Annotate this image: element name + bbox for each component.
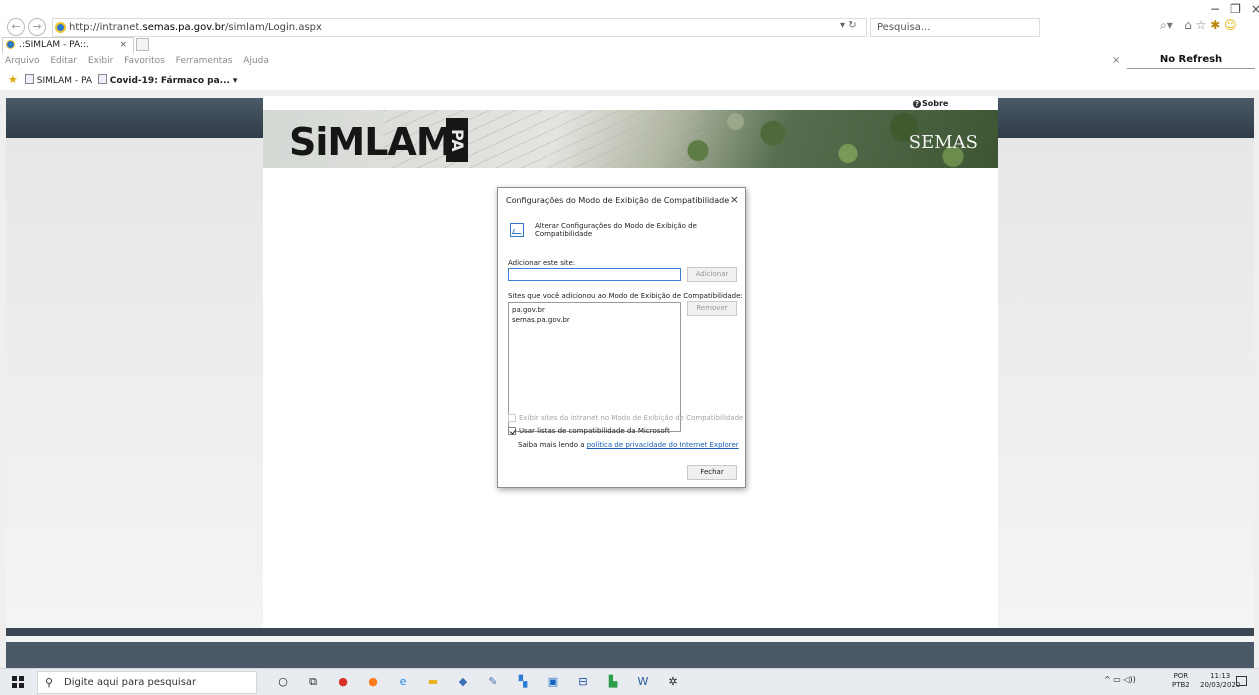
help-icon: ?: [913, 100, 921, 108]
green-app-icon[interactable]: ▙: [606, 675, 620, 689]
lang-code: POR: [1173, 672, 1189, 680]
tab-simlam[interactable]: .:SIMLAM - PA::. ×: [2, 37, 134, 53]
remove-button[interactable]: Remover: [687, 301, 737, 316]
chrome-icon[interactable]: ●: [336, 675, 350, 689]
new-tab-button[interactable]: [136, 38, 149, 51]
add-site-label: Adicionar este site:: [508, 259, 576, 267]
menu-arquivo[interactable]: Arquivo: [5, 56, 39, 66]
layout-code: PTB2: [1172, 681, 1190, 689]
list-item[interactable]: semas.pa.gov.br: [512, 315, 677, 325]
favorites-star-icon[interactable]: ★: [8, 73, 18, 86]
tab-ie-icon: [6, 40, 15, 49]
favorites-icon[interactable]: ☆: [1196, 18, 1207, 32]
firefox-icon[interactable]: ●: [366, 675, 380, 689]
back-button[interactable]: ←: [7, 18, 25, 36]
intranet-checkbox[interactable]: [508, 414, 516, 422]
favorites-dropdown-icon[interactable]: ▾: [233, 76, 238, 86]
menu-bar: Arquivo Editar Exibir Favoritos Ferramen…: [5, 56, 277, 66]
gear-icon[interactable]: ✱: [1210, 18, 1220, 32]
windows-start-icon[interactable]: [12, 676, 24, 688]
microsoft-lists-checkbox[interactable]: [508, 427, 516, 435]
paint-icon[interactable]: ✎: [486, 675, 500, 689]
no-refresh-button[interactable]: No Refresh: [1127, 52, 1255, 69]
close-window-icon[interactable]: ×: [1251, 2, 1259, 16]
maximize-icon[interactable]: ❐: [1230, 2, 1241, 16]
microsoft-lists-label: Usar listas de compatibilidade da Micros…: [519, 427, 670, 435]
taskbar: ⚲ Digite aqui para pesquisar ○ ⧉ ● ● e ▬ ◆ ✎ ▚ ▣ ⊟…: [0, 668, 1259, 695]
forward-button[interactable]: →: [28, 18, 46, 36]
bottom-band: [6, 628, 1254, 668]
menu-exibir[interactable]: Exibir: [88, 56, 113, 66]
compat-view-dialog: Configurações do Modo de Exibição de Com…: [497, 187, 746, 488]
cortana-icon[interactable]: ○: [276, 675, 290, 689]
favorites-bar: ★ SIMLAM - PA Covid-19: Fármaco pa... ▾: [8, 73, 237, 86]
word-icon[interactable]: W: [636, 675, 650, 689]
clock-time: 11:13: [1210, 672, 1231, 680]
tab-title: .:SIMLAM - PA::.: [19, 40, 89, 50]
learn-more-text: Saiba mais lendo a política de privacida…: [518, 441, 739, 449]
tab-row: .:SIMLAM - PA::. ×: [0, 37, 1259, 53]
top-links-bar: [703, 96, 998, 110]
favorite-simlam[interactable]: SIMLAM - PA: [37, 76, 92, 86]
simlam-logo: SiMLAM: [289, 120, 454, 164]
taskbar-search-box[interactable]: ⚲ Digite aqui para pesquisar: [37, 671, 257, 694]
window-controls: − ❐ ×: [1210, 2, 1259, 16]
site-banner: SiMLAM PA SEMAS: [263, 110, 998, 168]
address-prefix: http://intranet.: [69, 22, 143, 33]
sobre-label: Sobre: [922, 99, 949, 108]
semas-label: SEMAS: [908, 132, 978, 153]
sobre-link[interactable]: ? Sobre: [913, 99, 948, 108]
pa-logo-badge: PA: [446, 118, 468, 162]
favorite-page-icon: [97, 74, 107, 84]
clock-date: 20/03/2020: [1200, 681, 1241, 689]
search-icon[interactable]: ⌕: [1160, 18, 1167, 32]
dialog-title: Configurações do Modo de Exibição de Com…: [506, 196, 730, 205]
tab-close-icon[interactable]: ×: [119, 38, 127, 52]
address-path: /simlam/Login.aspx: [225, 22, 322, 33]
address-host: semas.pa.gov.br: [142, 22, 226, 33]
sites-listbox[interactable]: pa.gov.br semas.pa.gov.br: [508, 302, 681, 432]
close-toolbar-icon[interactable]: ×: [1112, 55, 1120, 66]
list-item[interactable]: pa.gov.br: [512, 305, 677, 315]
browser-chrome: ← → http://intranet.semas.pa.gov.br/siml…: [0, 0, 1259, 90]
task-view-icon[interactable]: ⧉: [306, 675, 320, 689]
dialog-heading: Alterar Configurações do Modo de Exibiçã…: [535, 222, 697, 238]
search-icon: ⚲: [45, 676, 54, 689]
compat-settings-icon: [510, 223, 524, 237]
menu-ferramentas[interactable]: Ferramentas: [176, 56, 233, 66]
dialog-close-icon[interactable]: ×: [730, 193, 739, 206]
menu-favoritos[interactable]: Favoritos: [124, 56, 165, 66]
close-button[interactable]: Fechar: [687, 465, 737, 480]
menu-ajuda[interactable]: Ajuda: [243, 56, 269, 66]
internet-explorer-icon[interactable]: e: [396, 675, 410, 689]
intranet-checkbox-label: Exibir sites da intranet no Modo de Exib…: [519, 414, 744, 422]
minimize-icon[interactable]: −: [1210, 2, 1220, 16]
app-icon[interactable]: ▚: [516, 675, 530, 689]
sites-list-label: Sites que você adicionou ao Modo de Exib…: [508, 292, 743, 300]
notifications-icon[interactable]: [1236, 676, 1247, 686]
file-explorer-icon[interactable]: ▬: [426, 675, 440, 689]
add-button[interactable]: Adicionar: [687, 267, 737, 282]
privacy-policy-link[interactable]: política de privacidade do Internet Expl…: [587, 441, 739, 449]
teams-icon[interactable]: ◆: [456, 675, 470, 689]
feedback-icon[interactable]: ☺: [1224, 18, 1237, 32]
add-site-input[interactable]: [508, 268, 681, 281]
taskbar-search-placeholder: Digite aqui para pesquisar: [64, 677, 197, 688]
favorite-covid[interactable]: Covid-19: Fármaco pa...: [110, 76, 230, 86]
calculator-icon[interactable]: ⊟: [576, 675, 590, 689]
keyboard-language[interactable]: POR PTB2: [1172, 672, 1190, 690]
address-refresh-controls[interactable]: ▾ ↻: [840, 20, 857, 31]
browser-tool-icons: ⌕▾ ⌂ ☆ ✱ ☺: [1160, 18, 1237, 32]
clock[interactable]: 11:13 20/03/2020: [1200, 672, 1240, 690]
favorite-page-icon: [24, 74, 34, 84]
ie-page-icon: [55, 22, 66, 33]
home-icon[interactable]: ⌂: [1184, 18, 1192, 32]
photos-icon[interactable]: ▣: [546, 675, 560, 689]
settings-icon[interactable]: ✲: [666, 675, 680, 689]
learn-more-prefix: Saiba mais lendo a: [518, 441, 587, 449]
menu-editar[interactable]: Editar: [50, 56, 77, 66]
search-box[interactable]: Pesquisa...: [870, 18, 1040, 37]
address-bar[interactable]: http://intranet.semas.pa.gov.br/simlam/L…: [52, 18, 867, 37]
tray-icons[interactable]: ^ ▭ ◁)): [1104, 675, 1136, 684]
